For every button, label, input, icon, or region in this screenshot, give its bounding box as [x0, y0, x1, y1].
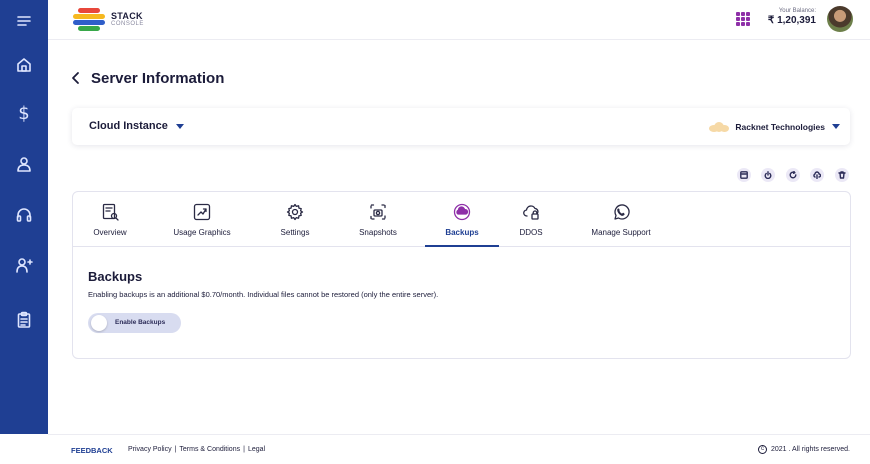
console-icon[interactable] — [737, 168, 751, 182]
trash-icon[interactable] — [835, 168, 849, 182]
user-icon[interactable] — [0, 149, 48, 179]
footer-links: Privacy Policy | Terms & Conditions | Legal — [128, 446, 265, 453]
headset-icon[interactable] — [0, 200, 48, 230]
brand-tagline: CONSOLE — [111, 20, 144, 27]
tab-label: Snapshots — [359, 228, 397, 237]
tab-snapshots[interactable]: Snapshots — [354, 202, 402, 237]
gear-icon — [286, 203, 304, 221]
chevron-left-icon — [72, 72, 79, 84]
tab-backups[interactable]: Backups — [437, 202, 487, 237]
tab-overview[interactable]: Overview — [89, 202, 131, 237]
whatsapp-icon — [614, 204, 630, 220]
company-dropdown[interactable]: Racknet Technologies — [707, 121, 840, 132]
company-name: Racknet Technologies — [735, 121, 825, 132]
cloud-backup-icon — [453, 203, 471, 221]
feedback-link[interactable]: FEEDBACK — [71, 446, 113, 455]
tab-label: Settings — [280, 228, 310, 237]
cloud-icon — [707, 121, 730, 132]
sidebar: $ — [0, 0, 48, 434]
backups-description: Enabling backups is an additional $0.70/… — [88, 290, 439, 299]
tab-label: Usage Graphics — [173, 228, 231, 237]
terms-link[interactable]: Terms & Conditions — [179, 446, 240, 453]
instance-selector-card: Cloud Instance Racknet Technologies — [72, 108, 850, 145]
copyright: c 2021 . All rights reserved. — [758, 445, 850, 454]
restart-icon[interactable] — [786, 168, 800, 182]
avatar[interactable] — [827, 6, 853, 32]
tab-label: Manage Support — [591, 228, 651, 237]
top-header: STACK CONSOLE Your Balance: ₹ 1,20,391 — [48, 0, 870, 40]
add-user-icon[interactable] — [0, 250, 48, 280]
toggle-knob — [91, 315, 107, 331]
tab-settings[interactable]: Settings — [277, 202, 313, 237]
privacy-policy-link[interactable]: Privacy Policy — [128, 446, 172, 453]
page-title: Server Information — [91, 70, 225, 87]
instance-type-dropdown[interactable]: Cloud Instance — [89, 120, 184, 132]
caret-down-icon — [832, 124, 840, 129]
balance-value: ₹ 1,20,391 — [767, 15, 816, 26]
caret-down-icon — [175, 123, 184, 129]
separator: | — [174, 446, 177, 453]
active-tab-indicator — [425, 245, 499, 247]
dollar-glyph: $ — [18, 102, 30, 124]
tab-manage-support[interactable]: Manage Support — [583, 202, 659, 237]
back-button[interactable] — [70, 71, 82, 85]
backups-title: Backups — [88, 269, 143, 284]
copyright-text: 2021 . All rights reserved. — [771, 446, 850, 453]
tab-bar: Overview Usage Graphics Settings Snapsho… — [73, 192, 850, 247]
chart-up-icon — [193, 203, 211, 221]
dollar-icon[interactable]: $ — [0, 98, 48, 128]
document-search-icon — [102, 203, 119, 221]
brand-logo[interactable]: STACK CONSOLE — [72, 8, 144, 31]
home-icon[interactable] — [0, 50, 48, 80]
tab-label: DDOS — [519, 228, 543, 237]
logo-mark — [72, 8, 106, 31]
grid-icon[interactable] — [736, 12, 750, 26]
tab-ddos[interactable]: DDOS — [516, 202, 546, 237]
server-detail-panel: Overview Usage Graphics Settings Snapsho… — [72, 191, 851, 359]
camera-icon — [370, 204, 386, 220]
cloud-lock-icon — [523, 205, 539, 220]
tab-usage-graphics[interactable]: Usage Graphics — [168, 202, 236, 237]
footer: FEEDBACK Privacy Policy | Terms & Conditio… — [48, 434, 870, 464]
clipboard-icon[interactable] — [0, 305, 48, 335]
instance-type-label: Cloud Instance — [89, 120, 168, 132]
menu-icon[interactable] — [0, 6, 48, 36]
brand-name: STACK — [111, 10, 143, 21]
balance-display: Your Balance: ₹ 1,20,391 — [764, 8, 816, 26]
toggle-label: Enable Backups — [115, 319, 166, 326]
separator: | — [243, 446, 245, 453]
tab-label: Overview — [93, 228, 127, 237]
copyright-icon: c — [758, 445, 767, 454]
cloud-upload-icon[interactable] — [810, 168, 824, 182]
legal-link[interactable]: Legal — [248, 446, 265, 453]
tab-label: Backups — [445, 228, 479, 237]
enable-backups-toggle[interactable]: Enable Backups — [88, 313, 181, 333]
balance-label: Your Balance: — [778, 8, 816, 14]
power-icon[interactable] — [761, 168, 775, 182]
